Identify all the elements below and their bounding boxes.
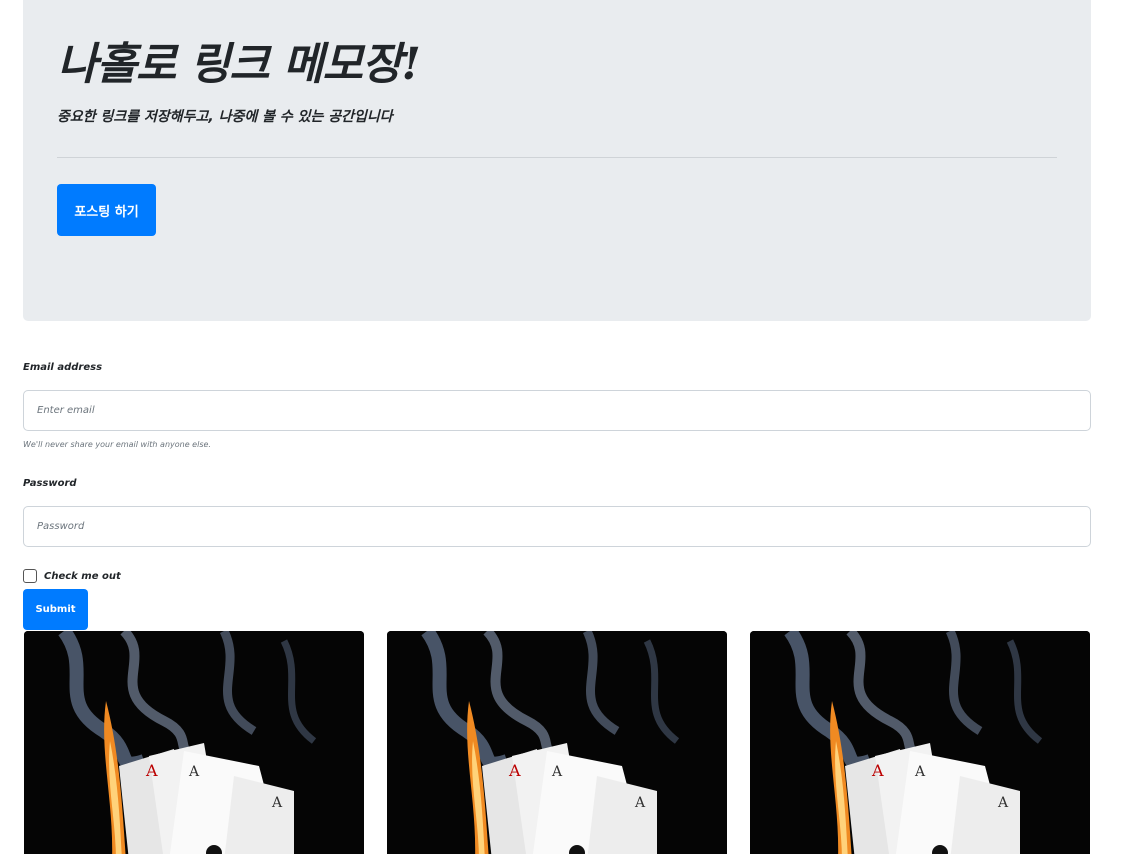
lead-text: 중요한 링크를 저장해두고, 나중에 볼 수 있는 공간입니다 xyxy=(57,109,393,125)
card-image-3[interactable]: A A A xyxy=(750,631,1090,854)
svg-text:A: A xyxy=(997,795,1009,811)
submit-button[interactable]: Submit xyxy=(23,589,88,630)
burning-cards-image: A A A xyxy=(24,631,364,854)
svg-text:A: A xyxy=(634,795,646,811)
checkbox-label[interactable]: Check me out xyxy=(44,571,121,582)
svg-text:A: A xyxy=(508,761,521,780)
svg-text:A: A xyxy=(871,761,884,780)
burning-cards-image: A A A xyxy=(387,631,727,854)
email-field[interactable] xyxy=(23,390,1091,431)
svg-text:A: A xyxy=(271,795,283,811)
svg-text:A: A xyxy=(188,764,200,780)
svg-text:A: A xyxy=(914,764,926,780)
password-field[interactable] xyxy=(23,506,1091,547)
card-image-2[interactable]: A A A xyxy=(387,631,727,854)
email-label: Email address xyxy=(23,362,103,373)
email-help-text: We'll never share your email with anyone… xyxy=(23,440,211,449)
page-title: 나홀로 링크 메모장! xyxy=(57,39,421,90)
svg-text:A: A xyxy=(145,761,158,780)
burning-cards-image: A A A xyxy=(750,631,1090,854)
jumbotron: 나홀로 링크 메모장! 중요한 링크를 저장해두고, 나중에 볼 수 있는 공간… xyxy=(23,0,1091,321)
card-image-1[interactable]: A A A xyxy=(24,631,364,854)
posting-button[interactable]: 포스팅 하기 xyxy=(57,184,156,236)
password-label: Password xyxy=(23,478,77,489)
divider xyxy=(57,157,1057,158)
check-row: Check me out xyxy=(23,569,121,583)
check-me-out-checkbox[interactable] xyxy=(23,569,37,583)
svg-text:A: A xyxy=(551,764,563,780)
page: 나홀로 링크 메모장! 중요한 링크를 저장해두고, 나중에 볼 수 있는 공간… xyxy=(0,0,1122,854)
